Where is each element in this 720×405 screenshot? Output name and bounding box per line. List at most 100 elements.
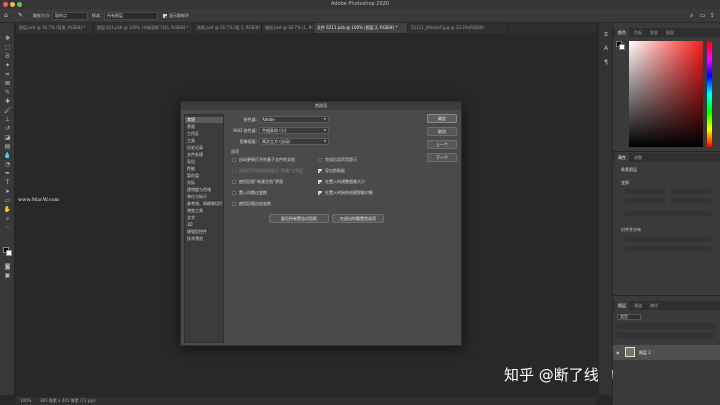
lasso-tool-icon[interactable]: ᘐ	[3, 53, 12, 60]
tab-color[interactable]: 颜色	[615, 28, 629, 37]
transform-width-field[interactable]	[625, 189, 665, 194]
healing-brush-icon[interactable]: ✚	[3, 98, 12, 105]
legacy-free-transform-checkbox[interactable]	[232, 202, 236, 206]
show-start-workspace-checkbox[interactable]	[232, 169, 236, 173]
sample-select[interactable]: 所有图层	[104, 12, 158, 20]
auto-update-checkbox[interactable]	[232, 158, 236, 162]
transform-section[interactable]: 变换	[621, 180, 629, 186]
category-history[interactable]: 历史记录	[185, 145, 223, 151]
legacy-new-document-checkbox[interactable]	[232, 180, 236, 184]
category-export[interactable]: 导出	[185, 159, 223, 165]
home-icon[interactable]: ⌂	[4, 12, 8, 20]
doc-tab[interactable]: 52111_Jdfe4scF.jpg @ 33.3%(RGB/8)	[408, 23, 508, 33]
export-clipboard-checkbox[interactable]	[318, 169, 322, 173]
move-tool-icon[interactable]: ✥	[3, 35, 12, 42]
category-plugins[interactable]: 增效工具	[185, 208, 223, 214]
share-icon[interactable]: ⇪	[710, 12, 715, 20]
clone-stamp-icon[interactable]: ⊥	[3, 116, 12, 123]
more-tools-icon[interactable]: ⋯	[3, 224, 12, 231]
eraser-tool-icon[interactable]: ◪	[3, 134, 12, 141]
visibility-eye-icon[interactable]: ◉	[616, 350, 620, 355]
category-performance[interactable]: 性能	[185, 166, 223, 172]
category-enhanced-controls[interactable]: 增强型控件	[185, 229, 223, 235]
category-general[interactable]: 常规	[185, 117, 223, 123]
show-ring-checkbox[interactable]	[163, 14, 167, 18]
dodge-tool-icon[interactable]: ◔	[3, 161, 12, 168]
category-tech-previews[interactable]: 技术预览	[185, 236, 223, 242]
layer-name[interactable]: 图层 2	[639, 350, 651, 356]
tab-channels[interactable]: 通道	[631, 301, 645, 310]
shape-tool-icon[interactable]: ▭	[3, 197, 12, 204]
layer-filter-select[interactable]: 类型	[617, 314, 641, 320]
marquee-tool-icon[interactable]: ⬚	[3, 44, 12, 51]
pen-tool-icon[interactable]: ✒	[3, 170, 12, 177]
hud-color-picker-select[interactable]: 色相条纹 (小) ▼	[259, 127, 329, 134]
category-scratch-disks[interactable]: 暂存盘	[185, 173, 223, 179]
zoom-level[interactable]: 100%	[20, 397, 31, 405]
beep-when-done-checkbox[interactable]	[318, 158, 322, 162]
document-info[interactable]: 365 像素 x 441 像素 (72 ppi)	[40, 397, 96, 405]
next-button[interactable]: 下一个	[427, 153, 457, 162]
smart-object-on-place-checkbox[interactable]	[318, 191, 322, 195]
lock-row[interactable]	[617, 332, 715, 338]
distribute-buttons[interactable]	[625, 246, 711, 251]
category-workspace[interactable]: 工作区	[185, 131, 223, 137]
quick-mask-icon[interactable]: ◙	[3, 263, 12, 270]
category-3d[interactable]: 3D	[185, 222, 223, 228]
zoom-tool-icon[interactable]: ⌕	[3, 215, 12, 222]
search-icon[interactable]: ⌕	[690, 12, 693, 20]
eyedropper-tool-icon[interactable]: ✎	[18, 12, 23, 20]
tab-swatches[interactable]: 色板	[631, 28, 645, 37]
category-interface[interactable]: 界面	[185, 124, 223, 130]
category-cursors[interactable]: 光标	[185, 180, 223, 186]
type-tool-icon[interactable]: T	[3, 179, 12, 186]
workspace-icon[interactable]: ▭	[700, 12, 706, 20]
align-section[interactable]: 对齐并分布	[621, 227, 641, 233]
layer-row-selected[interactable]: ◉ 图层 2	[613, 345, 720, 360]
character-panel-icon[interactable]: A	[602, 45, 610, 53]
hue-slider[interactable]	[707, 41, 712, 147]
doc-tab[interactable]: 编组.psd @ 16.7% (1, RGB/8) *	[262, 23, 314, 33]
previous-button[interactable]: 上一个	[427, 140, 457, 149]
tab-layers[interactable]: 图层	[615, 301, 629, 310]
crop-tool-icon[interactable]: ⌗	[3, 71, 12, 78]
history-brush-icon[interactable]: ↺	[3, 125, 12, 132]
eyedropper-icon[interactable]: ✎	[3, 89, 12, 96]
category-file-handling[interactable]: 文件处理	[185, 152, 223, 158]
cancel-button[interactable]: 取消	[427, 127, 457, 136]
doc-tab[interactable]: 图层 621.psb @ 100% (刊新面框 (16), RGB/8) *	[94, 23, 194, 33]
category-transparency[interactable]: 透明度与色域	[185, 187, 223, 193]
transform-y-field[interactable]	[671, 198, 711, 203]
color-picker-select[interactable]: Adobe ▼	[259, 116, 329, 123]
frame-tool-icon[interactable]: ⊠	[3, 80, 12, 87]
panel-background-swatch[interactable]	[619, 44, 625, 50]
category-units-rulers[interactable]: 单位与标尺	[185, 194, 223, 200]
path-selection-icon[interactable]: ➤	[3, 188, 12, 195]
brush-tool-icon[interactable]: 🖌	[3, 107, 12, 114]
blur-tool-icon[interactable]: 💧	[3, 152, 12, 159]
category-tools[interactable]: 工具	[185, 138, 223, 144]
doc-tab-active[interactable]: 文件 6211.psb @ 100% (图层 2, RGB/8) *	[314, 23, 408, 33]
tab-patterns[interactable]: 图案	[663, 28, 677, 37]
magic-wand-tool-icon[interactable]: ✦	[3, 62, 12, 69]
category-type[interactable]: 文字	[185, 215, 223, 221]
background-color-swatch[interactable]	[6, 250, 12, 256]
skip-transform-checkbox[interactable]	[232, 191, 236, 195]
category-guides-grid[interactable]: 参考线、网格和切片	[185, 201, 223, 207]
sample-size-select[interactable]: 取样点	[52, 12, 88, 20]
ok-button[interactable]: 确定	[427, 114, 457, 123]
tab-properties[interactable]: 属性	[615, 153, 629, 162]
align-buttons[interactable]	[625, 237, 711, 242]
tab-adjustments[interactable]: 调整	[631, 153, 645, 162]
image-interpolation-select[interactable]: 两次立方 (自动) ▼	[259, 138, 329, 145]
transform-height-field[interactable]	[671, 189, 711, 194]
doc-tab[interactable]: 选框.psd @ 16.7% (组 1, RGB/8) *	[194, 23, 262, 33]
paragraph-panel-icon[interactable]: ¶	[602, 59, 610, 67]
doc-tab[interactable]: 图层.psd @ 16.7% (背景, RGB/8) *	[16, 23, 94, 33]
reset-warnings-button[interactable]: 复位所有警告对话框	[269, 214, 329, 223]
tab-gradients[interactable]: 渐变	[647, 28, 661, 37]
blend-mode-row[interactable]	[617, 323, 715, 329]
reset-on-quit-button[interactable]: 在退出时重置首选项	[332, 214, 384, 223]
transform-angle-field[interactable]	[625, 211, 711, 216]
tab-paths[interactable]: 路径	[647, 301, 661, 310]
